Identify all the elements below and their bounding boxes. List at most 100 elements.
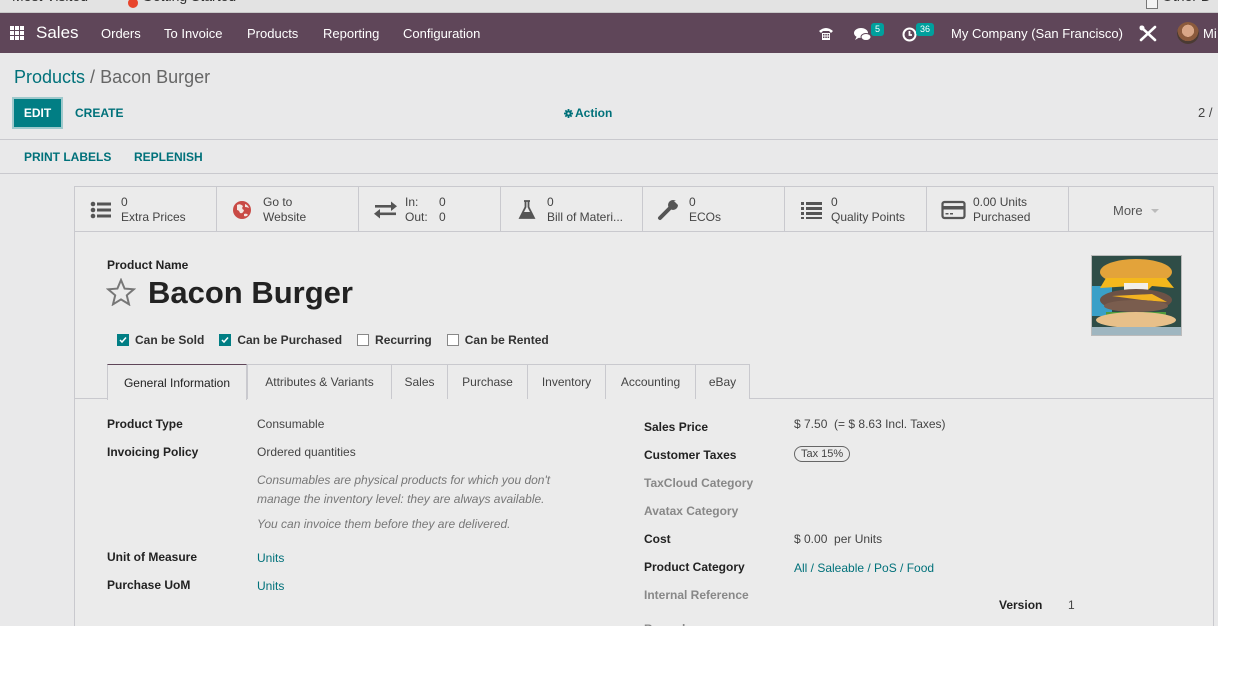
- breadcrumb-current: Bacon Burger: [100, 67, 211, 87]
- can-be-purchased-checkbox[interactable]: Can be Purchased: [219, 333, 342, 347]
- invoicing-policy-label: Invoicing Policy: [107, 445, 199, 459]
- barcode-label: Barcode: [644, 622, 692, 626]
- unchecked-box-icon: [446, 334, 459, 346]
- notebook-tabs: General Information Attributes & Variant…: [75, 364, 1213, 400]
- bookmark-getting-started[interactable]: Getting Started: [128, 0, 236, 10]
- form-header: PRINT LABELS REPLENISH: [0, 140, 1218, 174]
- menu-configuration[interactable]: Configuration: [403, 26, 480, 41]
- product-category-label: Product Category: [644, 560, 745, 574]
- extra-prices-button[interactable]: 0 Extra Prices: [75, 187, 217, 231]
- apps-menu-icon[interactable]: [10, 26, 24, 40]
- product-name: Bacon Burger: [148, 275, 353, 310]
- replenish-button[interactable]: REPLENISH: [134, 150, 203, 164]
- gear-icon: [564, 109, 573, 118]
- credit-card-icon: [941, 200, 966, 220]
- folder-icon: [1146, 0, 1158, 10]
- app-name[interactable]: Sales: [36, 23, 79, 43]
- bookmark-other[interactable]: Other B: [1146, 0, 1210, 10]
- check-icon: [117, 334, 129, 346]
- phone-icon[interactable]: [818, 26, 834, 41]
- check-icon: [219, 334, 232, 346]
- version-label: Version: [999, 598, 1043, 612]
- globe-icon: [233, 201, 251, 219]
- activities-clock-icon[interactable]: [902, 27, 917, 42]
- list-icon: [90, 201, 111, 219]
- invoicing-policy-help: You can invoice them before they are del…: [257, 517, 511, 531]
- invoicing-policy-field[interactable]: Ordered quantities: [257, 445, 356, 459]
- product-type-label: Product Type: [107, 417, 183, 431]
- sales-price-field[interactable]: $ 7.50 (= $ 8.63 Incl. Taxes): [794, 417, 946, 431]
- user-avatar[interactable]: [1177, 22, 1199, 44]
- messages-badge: 5: [871, 23, 885, 36]
- activities-badge: 36: [916, 23, 935, 36]
- out-value: 0: [439, 210, 446, 224]
- company-switcher[interactable]: My Company (San Francisco): [951, 26, 1123, 41]
- tax-tag[interactable]: Tax 15%: [794, 446, 851, 462]
- units-purchased-button[interactable]: 0.00 Units Purchased: [927, 187, 1069, 231]
- sales-price-label: Sales Price: [644, 420, 709, 434]
- create-button[interactable]: CREATE: [75, 106, 123, 120]
- purchase-uom-label: Purchase UoM: [107, 578, 191, 592]
- viewport: ✲ Most Visited Getting Started Other B S…: [0, 0, 1218, 626]
- print-labels-button[interactable]: PRINT LABELS: [24, 150, 111, 164]
- smart-buttons: 0 Extra Prices Go to Website In: Out: 0 …: [75, 187, 1213, 232]
- edit-button[interactable]: EDIT: [12, 97, 63, 129]
- product-name-label: Product Name: [107, 258, 189, 272]
- quality-points-button[interactable]: 0 Quality Points: [785, 187, 927, 231]
- action-label: Action: [575, 106, 613, 120]
- product-options: Can be Sold Can be Purchased Recurring C…: [117, 333, 564, 347]
- bookmarks-bar: ✲ Most Visited Getting Started Other B: [0, 0, 1218, 13]
- cost-field[interactable]: $ 0.00 per Units: [794, 532, 882, 546]
- action-dropdown[interactable]: Action: [564, 106, 612, 120]
- top-navbar: Sales Orders To Invoice Products Reporti…: [0, 13, 1218, 53]
- recurring-checkbox[interactable]: Recurring: [357, 333, 432, 347]
- go-to-website-button[interactable]: Go to Website: [217, 187, 359, 231]
- caret-down-icon: [1150, 209, 1159, 213]
- product-type-help: Consumables are physical products for wh…: [257, 473, 551, 506]
- tab-accounting[interactable]: Accounting: [605, 364, 696, 399]
- tab-purchase[interactable]: Purchase: [447, 364, 528, 399]
- cost-label: Cost: [644, 532, 671, 546]
- avatax-category-label: Avatax Category: [644, 504, 739, 518]
- can-be-sold-checkbox[interactable]: Can be Sold: [117, 333, 204, 347]
- menu-to-invoice[interactable]: To Invoice: [164, 26, 223, 41]
- burger-image: [1092, 256, 1181, 335]
- wrench-icon: [658, 200, 678, 220]
- ecos-button[interactable]: 0 ECOs: [643, 187, 785, 231]
- unchecked-box-icon: [357, 334, 370, 346]
- exchange-icon: [374, 201, 397, 219]
- tab-sales[interactable]: Sales: [391, 364, 448, 399]
- control-panel: Products / Bacon Burger EDIT CREATE Acti…: [0, 53, 1218, 140]
- product-category-link[interactable]: All / Saleable / PoS / Food: [794, 561, 934, 575]
- product-type-field[interactable]: Consumable: [257, 417, 324, 431]
- menu-products[interactable]: Products: [247, 26, 298, 41]
- in-value: 0: [439, 195, 446, 209]
- firefox-icon: [128, 0, 138, 9]
- tab-inventory[interactable]: Inventory: [527, 364, 606, 399]
- purchase-uom-link[interactable]: Units: [257, 579, 284, 593]
- breadcrumb: Products / Bacon Burger: [14, 67, 210, 88]
- tab-attributes-variants[interactable]: Attributes & Variants: [247, 364, 392, 399]
- breadcrumb-products[interactable]: Products: [14, 67, 85, 87]
- debug-tools-icon[interactable]: [1139, 25, 1157, 42]
- can-be-rented-checkbox[interactable]: Can be Rented: [446, 333, 549, 347]
- product-image[interactable]: [1091, 255, 1182, 336]
- menu-orders[interactable]: Orders: [101, 26, 141, 41]
- flask-icon: [518, 200, 536, 219]
- form-sheet: 0 Extra Prices Go to Website In: Out: 0 …: [74, 186, 1214, 626]
- unit-of-measure-link[interactable]: Units: [257, 551, 284, 565]
- messages-icon[interactable]: [854, 27, 872, 42]
- tab-general-information[interactable]: General Information: [107, 364, 247, 400]
- user-name[interactable]: Mi: [1203, 26, 1217, 41]
- internal-reference-label: Internal Reference: [644, 588, 749, 602]
- star-icon[interactable]: [106, 278, 136, 306]
- bill-of-materials-button[interactable]: 0 Bill of Materi...: [501, 187, 643, 231]
- customer-taxes-label: Customer Taxes: [644, 448, 737, 462]
- menu-reporting[interactable]: Reporting: [323, 26, 379, 41]
- tab-ebay[interactable]: eBay: [695, 364, 750, 399]
- list-icon: [801, 202, 822, 219]
- more-dropdown[interactable]: More: [1069, 187, 1213, 231]
- in-out-moves-button[interactable]: In: Out: 0 0: [359, 187, 501, 231]
- pager-value[interactable]: 2 /: [1198, 105, 1212, 120]
- taxcloud-category-label: TaxCloud Category: [644, 476, 754, 490]
